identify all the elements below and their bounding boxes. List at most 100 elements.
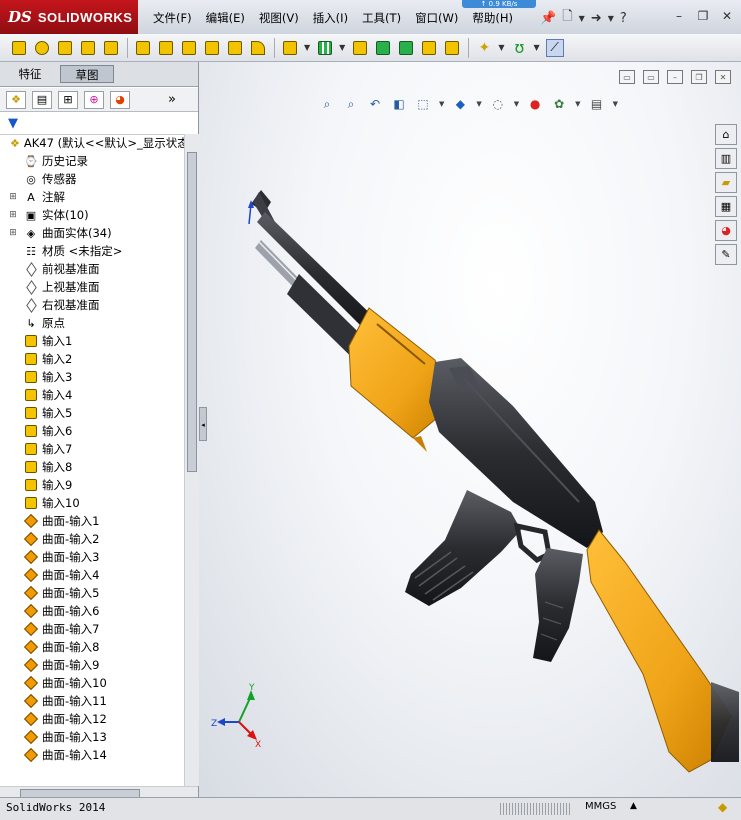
intersect-icon[interactable] [443,39,461,57]
chevron-down-icon[interactable]: ▼ [339,43,345,52]
tree-item[interactable]: 曲面-输入12 [0,710,184,728]
instant3d-icon[interactable]: ⟋ [545,38,564,57]
menu-view[interactable]: 视图(V) [252,8,306,28]
shell-icon[interactable] [281,39,299,57]
dimxpert-manager-tab-icon[interactable]: ⊕ [84,90,104,109]
tree-item[interactable]: 曲面-输入3 [0,548,184,566]
tree-item[interactable]: 曲面-输入13 [0,728,184,746]
tree-item[interactable]: 曲面-输入14 [0,746,184,764]
import-icon [24,496,38,510]
tree-item[interactable]: ⊞ ◈ 曲面实体(34) [0,224,184,242]
tree-item[interactable]: 曲面-输入7 [0,620,184,638]
sweep-icon[interactable] [56,39,74,57]
fillet-icon[interactable] [249,39,267,57]
tree-item[interactable]: 曲面-输入1 [0,512,184,530]
menu-insert[interactable]: 插入(I) [306,8,355,28]
expand-icon[interactable]: ⊞ [8,228,18,238]
tree-item[interactable]: 输入4 [0,386,184,404]
display-manager-tab-icon[interactable]: ◕ [110,90,130,109]
tree-item[interactable]: ↳ 原点 [0,314,184,332]
dome-icon[interactable] [397,39,415,57]
tree-item[interactable]: 输入6 [0,422,184,440]
scrollbar-thumb[interactable] [187,152,197,472]
tree-item[interactable]: ⊞ A 注解 [0,188,184,206]
tree-item[interactable]: 曲面-输入2 [0,530,184,548]
extrude-icon[interactable] [10,39,28,57]
ak47-model[interactable]: Y Z X [199,62,741,797]
chevron-down-icon[interactable]: ▼ [498,43,504,52]
unit-system[interactable]: MMGS [585,801,616,812]
tree-item[interactable]: 右视基准面 [0,296,184,314]
configuration-manager-tab-icon[interactable]: ⊞ [58,90,78,109]
menu-window[interactable]: 窗口(W) [408,8,465,28]
tree-item[interactable]: ☷ 材质 <未指定> [0,242,184,260]
restore-button[interactable]: ❐ [694,8,712,24]
tree-item[interactable]: 曲面-输入11 [0,692,184,710]
filter-row[interactable]: ▼ [0,114,198,135]
chevron-down-icon[interactable]: ▼ [608,14,614,23]
tree-item[interactable]: 输入3 [0,368,184,386]
boundary-icon[interactable] [102,39,120,57]
tree-item[interactable]: 上视基准面 [0,278,184,296]
tool-tip-icon[interactable]: ◆ [718,800,727,814]
pattern-icon[interactable] [316,39,334,57]
expand-icon[interactable]: ⊞ [8,192,18,202]
menu-tools[interactable]: 工具(T) [355,8,408,28]
tree-item[interactable]: ◎ 传感器 [0,170,184,188]
cut-boundary-icon[interactable] [226,39,244,57]
revolve-icon[interactable] [33,39,51,57]
reference-geometry-icon[interactable]: ✦ [475,39,493,57]
cut-revolve-icon[interactable] [157,39,175,57]
tree-item[interactable]: 输入10 [0,494,184,512]
new-document-icon[interactable]: 🗋 [562,7,572,29]
expand-tabs-icon[interactable]: » [168,92,176,107]
tree-item[interactable]: 曲面-输入10 [0,674,184,692]
tree-item[interactable]: ⊞ ▣ 实体(10) [0,206,184,224]
pin-icon[interactable]: 📌 [540,11,556,26]
rib-icon[interactable] [351,39,369,57]
manager-tabs: ❖ ▤ ⊞ ⊕ ◕ » [0,88,198,112]
cut-extrude-icon[interactable] [134,39,152,57]
chevron-down-icon[interactable]: ▼ [304,43,310,52]
tree-item[interactable]: ⌚ 历史记录 [0,152,184,170]
wrap-icon[interactable] [420,39,438,57]
menu-help[interactable]: 帮助(H) [465,8,520,28]
menu-edit[interactable]: 编辑(E) [199,8,252,28]
tree-item[interactable]: 曲面-输入8 [0,638,184,656]
help-icon[interactable]: ? [620,11,627,26]
tab-sketch[interactable]: 草图 [60,65,114,83]
loft-icon[interactable] [79,39,97,57]
close-button[interactable]: ✕ [718,8,736,24]
feature-manager-tab-icon[interactable]: ❖ [6,90,26,109]
chevron-down-icon[interactable]: ▼ [533,43,539,52]
tree-item[interactable]: 曲面-输入5 [0,584,184,602]
tree-item[interactable]: 曲面-输入9 [0,656,184,674]
menu-file[interactable]: 文件(F) [146,8,199,28]
tree-item[interactable]: ❖ AK47 (默认<<默认>_显示状态 [0,134,184,152]
solidworks-logo[interactable]: DS SOLIDWORKS [0,0,138,34]
filter-icon[interactable]: ▼ [8,116,18,131]
tree-item[interactable]: 输入9 [0,476,184,494]
minimize-button[interactable]: – [670,8,688,24]
property-manager-tab-icon[interactable]: ▤ [32,90,52,109]
open-icon[interactable]: ➜ [591,11,602,26]
chevron-down-icon[interactable]: ▼ [579,14,585,23]
tab-feature[interactable]: 特征 [8,65,52,83]
cut-sweep-icon[interactable] [180,39,198,57]
tree-item[interactable]: 输入2 [0,350,184,368]
expand-icon[interactable]: ⊞ [8,210,18,220]
tree-item[interactable]: 输入8 [0,458,184,476]
tree-item[interactable]: 曲面-输入4 [0,566,184,584]
sensor-icon: ◎ [26,172,36,186]
graphics-viewport[interactable]: ◂ ▭ ▭ – ❐ ✕ ⌕ ⌕ ↶ ◧ ⬚ ▼ ◆ ▼ ◌ ▼ ● ✿ ▼ ▤ … [199,62,741,797]
draft-icon[interactable] [374,39,392,57]
unit-system-arrow-icon[interactable]: ▲ [630,801,637,811]
tree-item[interactable]: 前视基准面 [0,260,184,278]
tree-item[interactable]: 输入1 [0,332,184,350]
tree-item[interactable]: 曲面-输入6 [0,602,184,620]
curves-icon[interactable]: ʊ [510,38,528,57]
tree-item[interactable]: 输入7 [0,440,184,458]
tree-item[interactable]: 输入5 [0,404,184,422]
tree-vertical-scrollbar[interactable] [184,134,199,786]
cut-loft-icon[interactable] [203,39,221,57]
